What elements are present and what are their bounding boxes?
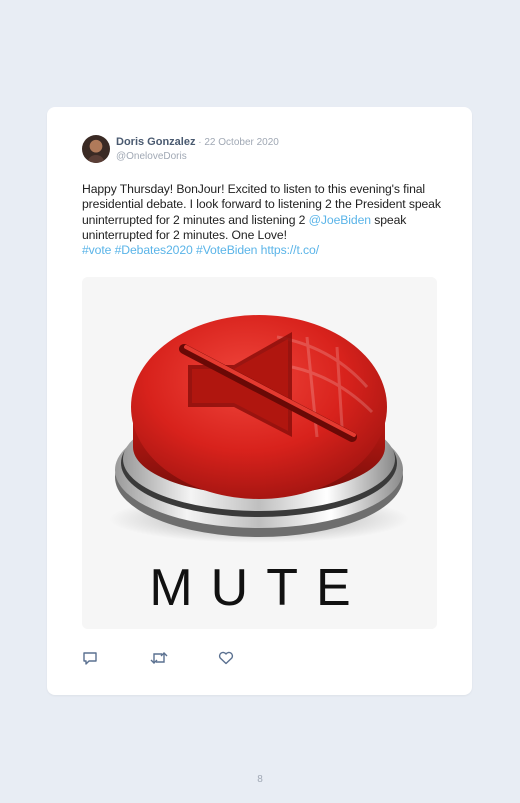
author-handle[interactable]: @OneloveDoris (116, 150, 279, 163)
short-link[interactable]: https://t.co/ (261, 243, 319, 257)
reply-icon[interactable] (82, 651, 150, 667)
author-name[interactable]: Doris Gonzalez (116, 136, 195, 148)
avatar[interactable] (82, 135, 110, 163)
heart-icon[interactable] (218, 651, 286, 667)
media-caption: MUTE (149, 559, 368, 617)
tweet-date[interactable]: 22 October 2020 (204, 137, 279, 148)
tweet-card: Doris Gonzalez · 22 October 2020 @Onelov… (47, 107, 472, 695)
tweet-actions (82, 651, 286, 667)
tweet-text: Happy Thursday! BonJour! Excited to list… (82, 182, 442, 258)
hashtag-link[interactable]: #VoteBiden (196, 243, 257, 257)
retweet-icon[interactable] (150, 651, 218, 667)
hashtag-link[interactable]: #Debates2020 (115, 243, 193, 257)
tweet-media-image[interactable]: MUTE (82, 277, 437, 629)
mute-button-illustration: MUTE (82, 277, 437, 629)
tweet-header: Doris Gonzalez · 22 October 2020 @Onelov… (116, 136, 279, 163)
author-line: Doris Gonzalez · 22 October 2020 (116, 136, 279, 149)
mention-link[interactable]: @JoeBiden (309, 213, 371, 227)
page-number: 8 (257, 774, 263, 785)
hashtag-link[interactable]: #vote (82, 243, 111, 257)
